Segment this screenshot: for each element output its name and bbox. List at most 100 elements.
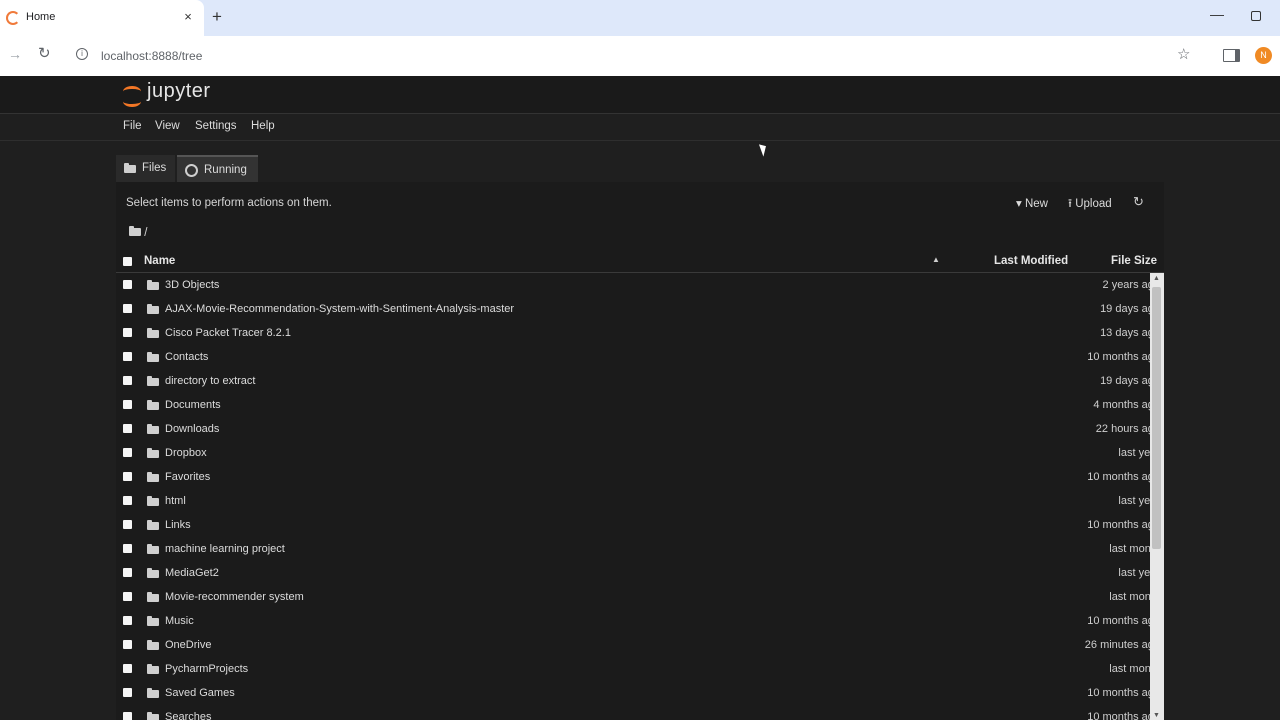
menu-help[interactable]: Help (251, 120, 275, 132)
tab-files[interactable]: Files (116, 155, 175, 182)
file-name[interactable]: Documents (165, 399, 221, 411)
new-button[interactable]: ▾ New (1016, 196, 1048, 210)
file-modified: last year (1118, 447, 1150, 459)
row-checkbox[interactable] (123, 424, 132, 433)
column-file-size[interactable]: File Size (1111, 255, 1157, 267)
file-name[interactable]: Music (165, 615, 194, 627)
address-bar[interactable]: localhost:8888/tree (101, 49, 202, 63)
file-row[interactable]: PycharmProjects last month (116, 657, 1150, 681)
file-row[interactable]: Downloads 22 hours ago (116, 417, 1150, 441)
file-row[interactable]: directory to extract 19 days ago (116, 369, 1150, 393)
breadcrumb-root[interactable]: / (144, 227, 147, 239)
menubar: File View Settings Help (0, 114, 1280, 141)
file-name[interactable]: Saved Games (165, 687, 235, 699)
file-name[interactable]: directory to extract (165, 375, 255, 387)
file-name[interactable]: html (165, 495, 186, 507)
file-row[interactable]: Cisco Packet Tracer 8.2.1 13 days ago (116, 321, 1150, 345)
file-row[interactable]: Movie-recommender system last month (116, 585, 1150, 609)
menu-settings[interactable]: Settings (195, 120, 237, 132)
file-name[interactable]: AJAX-Movie-Recommendation-System-with-Se… (165, 303, 514, 315)
jupyter-logo-icon[interactable] (122, 82, 144, 107)
side-panel-icon[interactable] (1223, 49, 1240, 62)
file-row[interactable]: machine learning project last month (116, 537, 1150, 561)
file-name[interactable]: machine learning project (165, 543, 285, 555)
file-name[interactable]: Favorites (165, 471, 210, 483)
reload-icon[interactable]: ↻ (38, 44, 51, 62)
file-name[interactable]: Movie-recommender system (165, 591, 304, 603)
menu-file[interactable]: File (123, 120, 142, 132)
file-row[interactable]: html last year (116, 489, 1150, 513)
folder-icon (147, 424, 159, 434)
bookmark-star-icon[interactable]: ☆ (1177, 45, 1190, 63)
breadcrumb[interactable]: / (129, 226, 147, 239)
minimize-icon[interactable]: — (1210, 6, 1224, 22)
mouse-cursor-icon (758, 142, 770, 157)
file-row[interactable]: Favorites 10 months ago (116, 465, 1150, 489)
file-row[interactable]: AJAX-Movie-Recommendation-System-with-Se… (116, 297, 1150, 321)
restore-window-icon[interactable] (1251, 11, 1261, 21)
row-checkbox[interactable] (123, 472, 132, 481)
file-name[interactable]: Downloads (165, 423, 219, 435)
sort-ascending-icon[interactable]: ▲ (932, 255, 940, 264)
select-all-checkbox[interactable] (123, 257, 132, 266)
column-last-modified[interactable]: Last Modified (994, 255, 1068, 267)
file-modified: 19 days ago (1100, 375, 1150, 387)
row-checkbox[interactable] (123, 616, 132, 625)
row-checkbox[interactable] (123, 304, 132, 313)
file-name[interactable]: Links (165, 519, 191, 531)
scroll-up-icon[interactable]: ▲ (1153, 275, 1160, 282)
row-checkbox[interactable] (123, 280, 132, 289)
row-checkbox[interactable] (123, 592, 132, 601)
site-info-icon[interactable]: i (76, 48, 88, 60)
row-checkbox[interactable] (123, 520, 132, 529)
folder-icon (147, 568, 159, 578)
file-row[interactable]: Music 10 months ago (116, 609, 1150, 633)
row-checkbox[interactable] (123, 328, 132, 337)
scroll-down-icon[interactable]: ▼ (1153, 712, 1160, 719)
row-checkbox[interactable] (123, 568, 132, 577)
tab-running[interactable]: Running (177, 155, 258, 184)
jupyter-logo-text[interactable]: jupyter (147, 80, 211, 103)
refresh-icon[interactable]: ↻ (1133, 194, 1144, 210)
row-checkbox[interactable] (123, 400, 132, 409)
close-tab-icon[interactable]: × (181, 9, 195, 25)
row-checkbox[interactable] (123, 664, 132, 673)
file-row[interactable]: Links 10 months ago (116, 513, 1150, 537)
row-checkbox[interactable] (123, 352, 132, 361)
file-row[interactable]: Documents 4 months ago (116, 393, 1150, 417)
file-name[interactable]: Contacts (165, 351, 208, 363)
row-checkbox[interactable] (123, 712, 132, 720)
row-checkbox[interactable] (123, 376, 132, 385)
file-name[interactable]: Searches (165, 711, 211, 720)
file-row[interactable]: Dropbox last year (116, 441, 1150, 465)
file-name[interactable]: 3D Objects (165, 279, 219, 291)
row-checkbox[interactable] (123, 544, 132, 553)
file-row[interactable]: OneDrive 26 minutes ago (116, 633, 1150, 657)
row-checkbox[interactable] (123, 496, 132, 505)
file-name[interactable]: MediaGet2 (165, 567, 219, 579)
row-checkbox[interactable] (123, 448, 132, 457)
file-row[interactable]: Saved Games 10 months ago (116, 681, 1150, 705)
file-row[interactable]: Contacts 10 months ago (116, 345, 1150, 369)
new-tab-icon[interactable]: + (212, 7, 222, 27)
file-name[interactable]: Cisco Packet Tracer 8.2.1 (165, 327, 291, 339)
upload-button[interactable]: ⭱ Upload (1068, 196, 1112, 215)
browser-tab-home[interactable]: Home × (0, 0, 204, 36)
scrollbar-thumb[interactable] (1152, 287, 1161, 549)
file-modified: 10 months ago (1087, 711, 1150, 720)
file-name[interactable]: Dropbox (165, 447, 207, 459)
browser-toolbar: → ↻ i localhost:8888/tree ☆ N (0, 36, 1280, 76)
scrollbar[interactable]: ▲ ▼ (1150, 273, 1164, 720)
file-name[interactable]: PycharmProjects (165, 663, 248, 675)
forward-icon[interactable]: → (8, 46, 22, 62)
file-row[interactable]: Searches 10 months ago (116, 705, 1150, 720)
profile-avatar[interactable]: N (1255, 47, 1272, 64)
file-modified: 26 minutes ago (1084, 639, 1150, 651)
file-name[interactable]: OneDrive (165, 639, 211, 651)
row-checkbox[interactable] (123, 688, 132, 697)
menu-view[interactable]: View (155, 120, 180, 132)
file-row[interactable]: 3D Objects 2 years ago (116, 273, 1150, 297)
file-row[interactable]: MediaGet2 last year (116, 561, 1150, 585)
row-checkbox[interactable] (123, 640, 132, 649)
column-name[interactable]: Name (144, 255, 175, 267)
